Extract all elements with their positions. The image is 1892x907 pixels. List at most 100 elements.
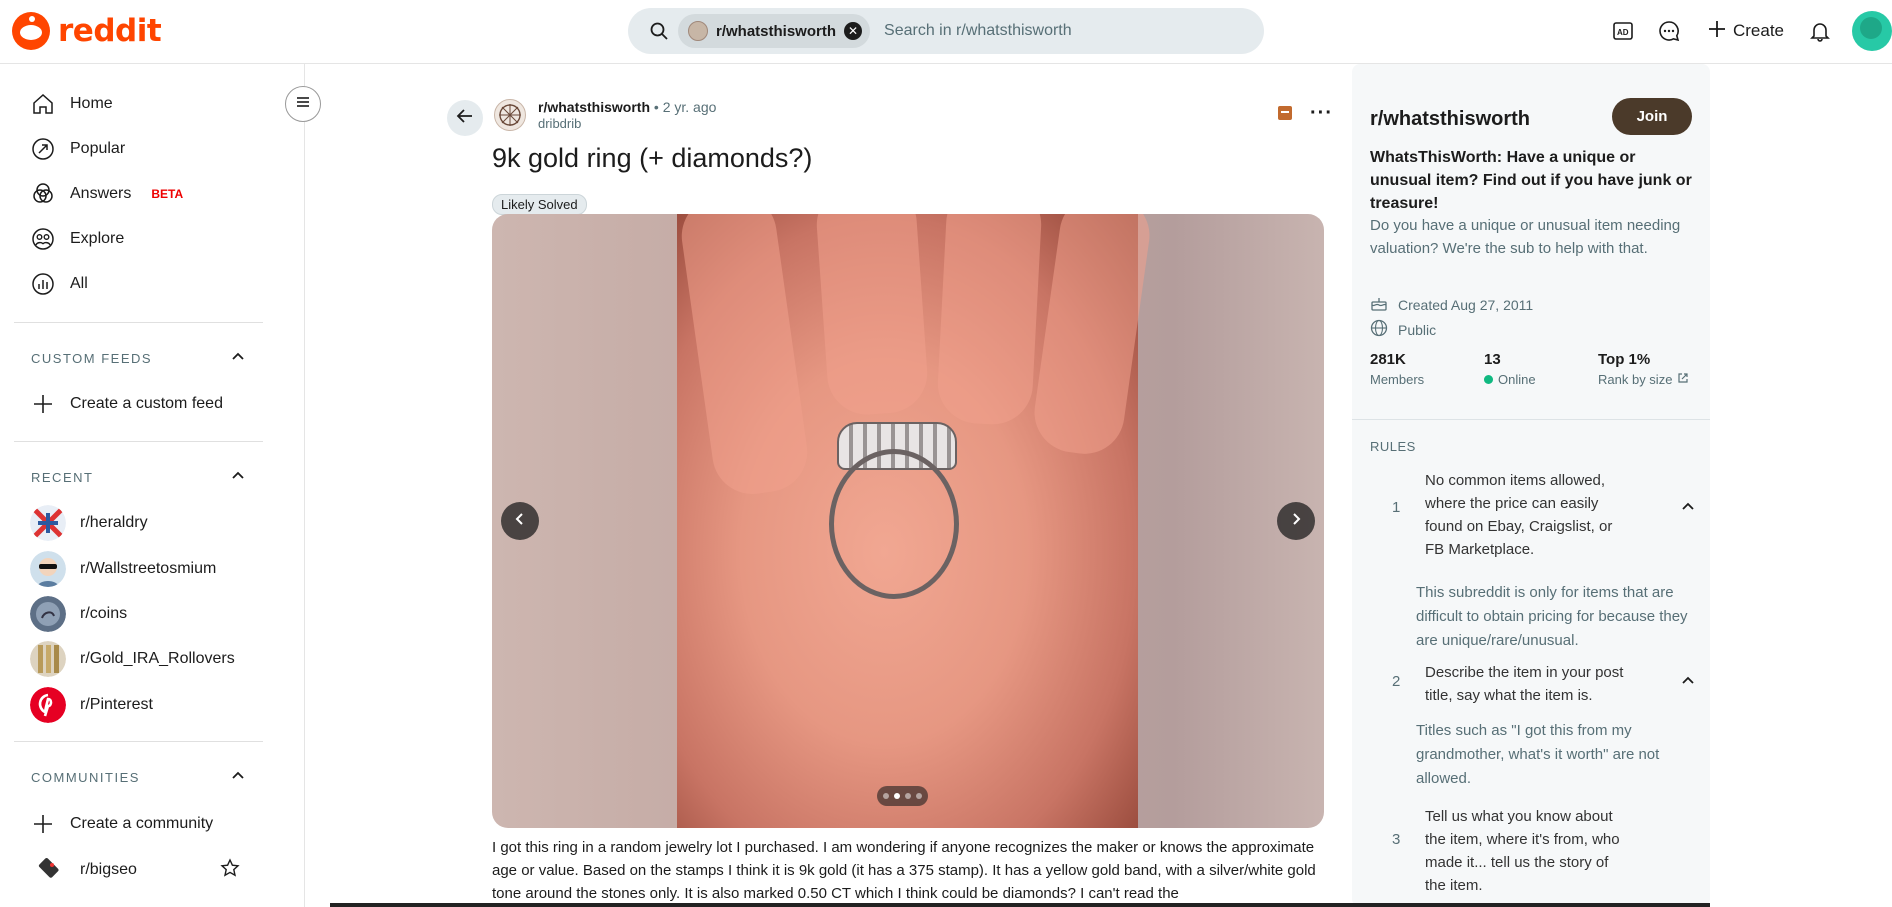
reddit-logo-icon [12,12,50,50]
cake-icon [1370,294,1388,315]
stat-members: 281K Members [1370,351,1424,387]
visibility-row: Public [1370,319,1436,340]
recent-header[interactable]: RECENT [31,469,245,486]
more-options-icon[interactable]: ··· [1310,103,1333,123]
sidebar-divider [14,741,263,742]
search-scope-chip[interactable]: r/whatsthisworth ✕ [678,14,871,48]
communities-header[interactable]: COMMUNITIES [31,769,245,786]
post-subreddit-link[interactable]: r/whatsthisworth [538,99,650,115]
post-flair[interactable]: Likely Solved [492,194,587,215]
nav-popular[interactable]: Popular [30,129,125,169]
create-label: Create [1732,21,1784,40]
ring-photo [676,214,1155,828]
search-input[interactable] [884,22,1245,40]
post-body: I got this ring in a random jewelry lot … [492,839,1316,902]
rule-number: 2 [1392,673,1401,690]
home-icon [30,91,56,117]
nav-home[interactable]: Home [30,84,113,124]
gallery-dot[interactable] [894,793,900,799]
gallery-next-button[interactable] [1277,502,1315,540]
create-custom-feed-label: Create a custom feed [70,395,223,412]
rule-number: 1 [1392,499,1401,516]
gold-ira-avatar [30,641,66,677]
post-meta: r/whatsthisworth • 2 yr. ago dribdrib [494,99,716,131]
custom-feeds-header[interactable]: CUSTOM FEEDS [31,350,245,367]
logo-text: reddit [58,13,162,49]
plus-icon [1707,19,1727,44]
create-button[interactable]: Create [1697,19,1794,44]
beta-badge: BETA [151,187,184,201]
join-button[interactable]: Join [1612,98,1692,135]
search-chip-label: r/whatsthisworth [716,22,837,40]
image-gallery[interactable] [492,214,1324,828]
popular-icon [30,136,56,162]
chevron-up-icon[interactable] [1680,499,1700,519]
nav-all[interactable]: All [30,264,88,304]
stat-value: 13 [1484,351,1501,368]
visibility-label: Public [1398,321,1437,338]
top-header: reddit r/whatsthisworth ✕ AD Create [0,0,1892,64]
create-community-label: Create a community [70,815,214,832]
section-title: CUSTOM FEEDS [31,351,153,366]
search-icon [648,20,670,42]
gallery-dot[interactable] [883,793,889,799]
external-link-icon [1677,372,1689,387]
rules-header: RULES [1370,439,1416,454]
rule-title: Tell us what you know about the item, wh… [1425,808,1620,894]
stat-label: Members [1370,372,1425,387]
advertise-icon[interactable]: AD [1603,11,1643,51]
gallery-prev-button[interactable] [501,502,539,540]
create-community[interactable]: Create a community [30,804,213,844]
subreddit-avatar [688,21,708,41]
gallery-indicator [877,786,928,806]
chat-icon[interactable] [1649,11,1689,51]
recent-item[interactable]: r/coins [30,594,127,634]
nav-answers[interactable]: Answers BETA [30,174,183,214]
bottom-bar [330,903,1710,907]
chevron-up-icon[interactable] [1680,673,1700,693]
recent-item[interactable]: r/heraldry [30,503,148,543]
post-title: 9k gold ring (+ diamonds?) [492,143,813,173]
community-name[interactable]: r/whatsthisworth [1370,108,1530,131]
recent-label: r/heraldry [80,514,148,531]
nav-label: Popular [70,140,126,157]
online-dot-icon [1484,375,1493,384]
nav-label: All [70,275,88,292]
nav-label: Explore [70,230,125,247]
subreddit-avatar[interactable] [494,99,526,131]
section-title: RECENT [31,470,94,485]
gallery-dot[interactable] [916,793,922,799]
arrow-left-icon [455,106,475,131]
globe-icon [1370,319,1388,340]
recent-label: r/Pinterest [80,696,153,713]
gallery-dot[interactable] [905,793,911,799]
chevron-up-icon [231,769,245,786]
rule-title: Describe the item in your post title, sa… [1425,664,1624,704]
chevron-left-icon [513,512,527,531]
explore-icon [30,226,56,252]
stat-rank[interactable]: Top 1% Rank by size [1598,351,1689,387]
recent-item[interactable]: r/Pinterest [30,685,153,725]
community-item[interactable]: r/bigseo [30,850,240,890]
back-button[interactable] [447,100,483,136]
recent-item[interactable]: r/Gold_IRA_Rollovers [30,639,235,679]
reddit-logo[interactable]: reddit [12,12,162,50]
nav-explore[interactable]: Explore [30,219,124,259]
all-icon [30,271,56,297]
post-actions: ··· [1278,103,1333,123]
bell-icon[interactable] [1800,11,1840,51]
recent-label: r/Wallstreetosmium [80,560,217,577]
user-avatar[interactable] [1852,11,1892,51]
bigseo-avatar [30,852,66,888]
sidebar-divider [14,441,263,442]
post-author[interactable]: dribdrib [538,116,716,131]
rule-number: 3 [1392,831,1401,848]
answers-icon [30,181,56,207]
star-icon[interactable] [220,857,240,883]
recent-item[interactable]: r/Wallstreetosmium [30,549,216,589]
sidebar-toggle-button[interactable] [285,86,321,122]
search-bar[interactable]: r/whatsthisworth ✕ [628,8,1264,54]
svg-text:AD: AD [1617,28,1629,37]
close-icon[interactable]: ✕ [844,22,863,40]
create-custom-feed[interactable]: Create a custom feed [30,384,223,424]
